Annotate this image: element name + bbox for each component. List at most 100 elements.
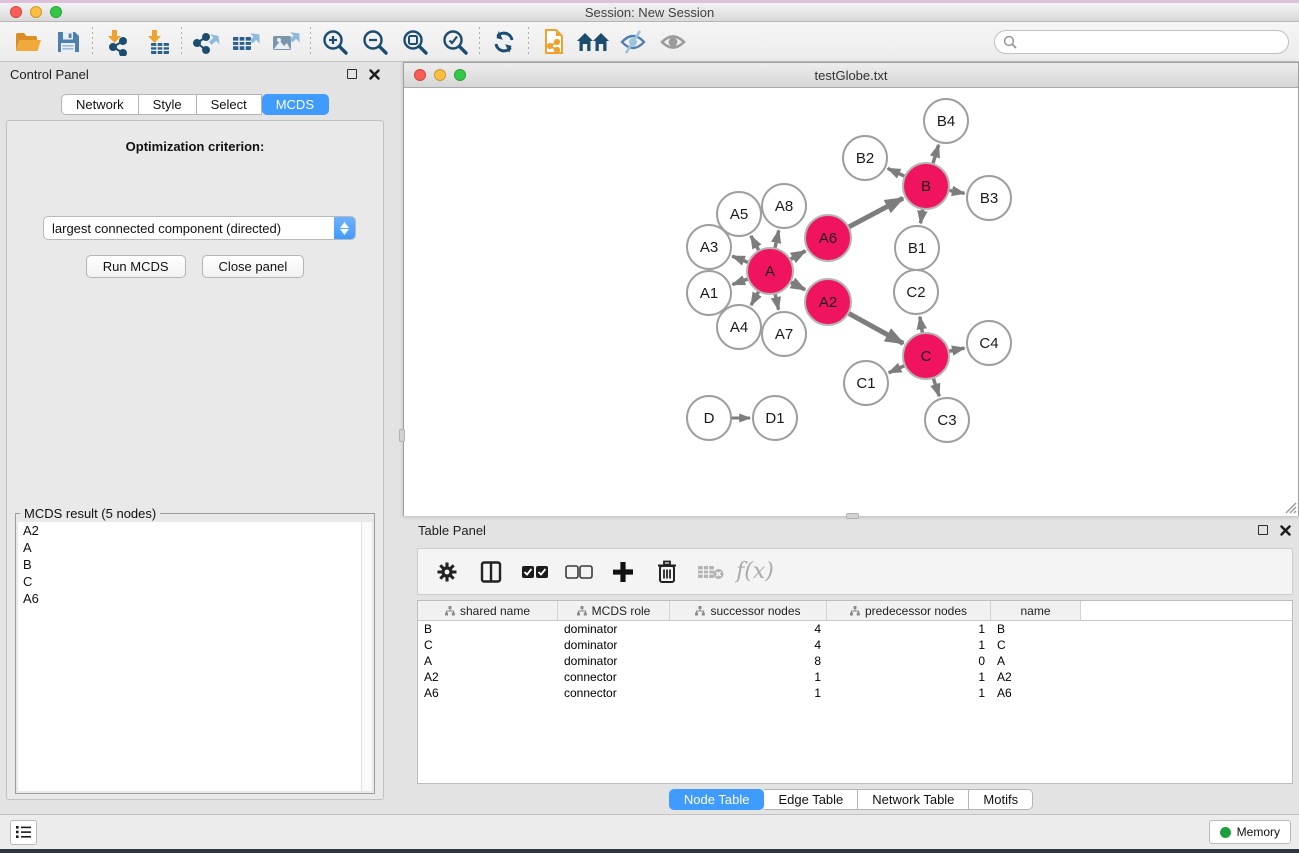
new-network-icon[interactable] — [533, 25, 573, 59]
close-window-button[interactable] — [10, 6, 22, 18]
table-cell[interactable]: 1 — [670, 685, 827, 701]
result-item[interactable]: A6 — [18, 590, 372, 607]
table-cell[interactable]: connector — [558, 669, 670, 685]
graph-edge-A-A1[interactable] — [733, 279, 749, 285]
memory-button[interactable]: Memory — [1209, 820, 1291, 844]
search-input[interactable] — [1022, 32, 1288, 52]
resize-grip-icon[interactable] — [1282, 499, 1297, 514]
network-window-titlebar[interactable]: testGlobe.txt — [404, 63, 1298, 88]
column-header-successor-nodes[interactable]: successor nodes — [670, 601, 827, 621]
column-layout-icon[interactable] — [476, 557, 506, 587]
result-item[interactable]: A2 — [18, 522, 372, 539]
table-row[interactable]: A2connector11A2 — [418, 669, 1292, 685]
save-session-icon[interactable] — [48, 25, 88, 59]
table-cell[interactable]: 1 — [827, 621, 991, 637]
tab-motifs[interactable]: Motifs — [969, 789, 1033, 810]
tab-network[interactable]: Network — [61, 94, 139, 115]
graph-edge-A6-B[interactable] — [848, 198, 903, 227]
refresh-icon[interactable] — [484, 25, 524, 59]
table-cell[interactable]: dominator — [558, 637, 670, 653]
float-panel-icon[interactable] — [347, 69, 357, 79]
hide-graphics-details-icon[interactable] — [613, 25, 653, 59]
import-network-icon[interactable] — [97, 25, 137, 59]
minimize-window-button[interactable] — [30, 6, 42, 18]
table-cell[interactable]: C — [418, 637, 558, 653]
splitter-handle[interactable] — [399, 429, 405, 442]
table-row[interactable]: A6connector11A6 — [418, 685, 1292, 701]
table-cell[interactable]: 1 — [827, 685, 991, 701]
close-network-button[interactable] — [414, 69, 426, 81]
table-cell[interactable]: A — [991, 653, 1081, 669]
table-cell[interactable]: 4 — [670, 621, 827, 637]
table-cell[interactable]: A2 — [418, 669, 558, 685]
settings-gear-icon[interactable] — [432, 557, 462, 587]
result-scrollbar[interactable] — [361, 522, 372, 791]
table-row[interactable]: Adominator80A — [418, 653, 1292, 669]
close-panel-icon[interactable] — [369, 69, 380, 80]
zoom-window-button[interactable] — [50, 6, 62, 18]
table-cell[interactable]: A6 — [418, 685, 558, 701]
table-row[interactable]: Bdominator41B — [418, 621, 1292, 637]
export-network-icon[interactable] — [186, 25, 226, 59]
zoom-network-button[interactable] — [454, 69, 466, 81]
table-cell[interactable]: B — [418, 621, 558, 637]
result-item[interactable]: B — [18, 556, 372, 573]
tab-edge-table[interactable]: Edge Table — [764, 789, 858, 810]
graph-edge-A-A3[interactable] — [732, 256, 748, 262]
open-file-icon[interactable] — [8, 25, 48, 59]
tab-select[interactable]: Select — [197, 94, 262, 115]
mcds-result-list[interactable]: A2ABCA6 — [18, 522, 372, 791]
table-cell[interactable]: 1 — [827, 637, 991, 653]
task-history-button[interactable] — [10, 820, 37, 845]
tab-mcds[interactable]: MCDS — [262, 94, 329, 115]
table-cell[interactable]: A6 — [991, 685, 1081, 701]
table-cell[interactable]: 4 — [670, 637, 827, 653]
close-panel-icon[interactable] — [1280, 525, 1291, 536]
graph-edge-C-C1[interactable] — [889, 365, 905, 372]
search-field[interactable] — [994, 30, 1289, 54]
graph-edge-A-A2[interactable] — [790, 282, 805, 290]
table-cell[interactable]: A2 — [991, 669, 1081, 685]
table-cell[interactable]: 0 — [827, 653, 991, 669]
graph-edge-B-B3[interactable] — [949, 190, 965, 193]
table-cell[interactable]: B — [991, 621, 1081, 637]
graph-edge-A-A4[interactable] — [751, 291, 759, 305]
table-cell[interactable]: dominator — [558, 653, 670, 669]
column-header-name[interactable]: name — [991, 601, 1081, 621]
graph-edge-A-A5[interactable] — [751, 236, 759, 251]
graph-edge-B-B4[interactable] — [933, 145, 939, 164]
node-table[interactable]: shared nameMCDS rolesuccessor nodesprede… — [417, 600, 1293, 784]
table-cell[interactable]: dominator — [558, 621, 670, 637]
result-item[interactable]: A — [18, 539, 372, 556]
table-cell[interactable]: 1 — [670, 669, 827, 685]
show-graphics-details-icon[interactable] — [653, 25, 693, 59]
graph-edge-C-C3[interactable] — [933, 378, 939, 396]
table-cell[interactable]: 1 — [827, 669, 991, 685]
tab-network-table[interactable]: Network Table — [858, 789, 969, 810]
column-header-predecessor-nodes[interactable]: predecessor nodes — [827, 601, 991, 621]
result-item[interactable]: C — [18, 573, 372, 590]
column-header-shared-name[interactable]: shared name — [418, 601, 558, 621]
export-image-icon[interactable] — [266, 25, 306, 59]
table-cell[interactable]: connector — [558, 685, 670, 701]
float-panel-icon[interactable] — [1258, 525, 1268, 535]
export-table-icon[interactable] — [226, 25, 266, 59]
zoom-in-icon[interactable] — [315, 25, 355, 59]
table-cell[interactable]: C — [991, 637, 1081, 653]
import-table-icon[interactable] — [137, 25, 177, 59]
graph-edge-B-B2[interactable] — [888, 168, 905, 176]
graph-edge-C-C2[interactable] — [920, 317, 923, 334]
delete-columns-icon[interactable] — [652, 557, 682, 587]
network-canvas[interactable]: B4B2BB3A8A5A6A3B1AA1C2A2A4A7C4CC1DD1C3 — [404, 89, 1298, 516]
run-mcds-button[interactable]: Run MCDS — [86, 255, 186, 278]
tab-node-table[interactable]: Node Table — [669, 789, 765, 810]
zoom-fit-icon[interactable] — [395, 25, 435, 59]
zoom-selected-icon[interactable] — [435, 25, 475, 59]
close-panel-button[interactable]: Close panel — [202, 255, 305, 278]
home-icon[interactable] — [573, 25, 613, 59]
select-all-columns-icon[interactable] — [520, 557, 550, 587]
graph-edge-A2-C[interactable] — [848, 313, 903, 343]
minimize-network-button[interactable] — [434, 69, 446, 81]
criterion-select[interactable]: largest connected component (directed) — [43, 216, 356, 240]
graph-edge-B-B1[interactable] — [921, 209, 923, 223]
